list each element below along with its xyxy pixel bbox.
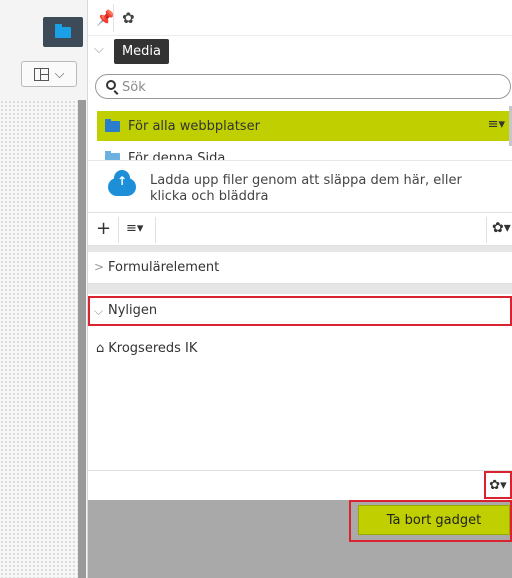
- recent-gadget-header[interactable]: ⌵ Nyligen: [88, 296, 512, 326]
- chevron-down-icon[interactable]: ⌵: [94, 304, 103, 319]
- left-rail: ⌵: [0, 0, 88, 578]
- search-input[interactable]: [122, 78, 502, 96]
- recent-label: Nyligen: [108, 303, 158, 318]
- divider: [113, 4, 114, 32]
- list-item[interactable]: För alla webbplatser ≡▾: [97, 111, 509, 141]
- folder-icon: [105, 150, 120, 160]
- panel-top-bar: 📌 ✿: [88, 0, 512, 36]
- cloud-upload-icon: [108, 170, 136, 196]
- upload-dropzone[interactable]: Ladda upp filer genom att släppa dem här…: [88, 160, 512, 212]
- gear-icon: ✿▾: [489, 477, 507, 493]
- settings-button[interactable]: ✿▾: [492, 220, 511, 236]
- form-elements-header[interactable]: > Formulärelement: [88, 252, 512, 284]
- chevron-right-icon[interactable]: >: [94, 260, 104, 274]
- pin-icon[interactable]: 📌: [96, 9, 115, 27]
- media-toolbar: + ≡▾ ✿▾: [88, 212, 512, 246]
- grid-layout-icon: [33, 67, 49, 81]
- folder-list: För alla webbplatser ≡▾ För denna Sida: [88, 106, 512, 160]
- list-item[interactable]: ⌂ Krogsereds IK: [96, 338, 197, 358]
- form-elements-label: Formulärelement: [108, 260, 220, 275]
- recent-item-label: Krogsereds IK: [108, 340, 198, 356]
- media-tab-button[interactable]: [43, 17, 83, 47]
- search-icon: [106, 80, 116, 90]
- tooltip: Media: [114, 39, 169, 64]
- gadget-settings-button[interactable]: ✿▾: [484, 471, 512, 499]
- add-button[interactable]: +: [96, 219, 111, 239]
- gadget-panel: 📌 ✿ ⌵ Media För alla webbplatser ≡▾ För …: [88, 0, 512, 578]
- chevron-down-icon[interactable]: ⌵: [94, 42, 104, 57]
- divider: [118, 217, 119, 243]
- menu-button[interactable]: ≡▾: [126, 221, 143, 236]
- remove-gadget-button[interactable]: Ta bort gadget: [358, 505, 510, 535]
- upload-text: Ladda upp filer genom att släppa dem här…: [150, 173, 462, 204]
- search-field[interactable]: [95, 74, 511, 99]
- list-item[interactable]: För denna Sida: [97, 143, 509, 160]
- item-menu-icon[interactable]: ≡▾: [488, 117, 505, 132]
- divider: [486, 217, 487, 243]
- folder-icon: [55, 23, 71, 38]
- folder-icon: [105, 118, 120, 132]
- layout-select-button[interactable]: ⌵: [21, 61, 77, 87]
- rail-background: [0, 100, 78, 578]
- divider: [155, 217, 156, 243]
- chevron-down-icon: ⌵: [54, 66, 65, 82]
- rail-divider: [78, 100, 86, 578]
- home-icon: ⌂: [96, 340, 105, 356]
- gadget-bottom-bar: [88, 470, 512, 500]
- folder-label: För denna Sida: [128, 150, 226, 161]
- gear-icon[interactable]: ✿: [122, 9, 135, 27]
- folder-label: För alla webbplatser: [128, 118, 260, 134]
- separator: [88, 284, 512, 294]
